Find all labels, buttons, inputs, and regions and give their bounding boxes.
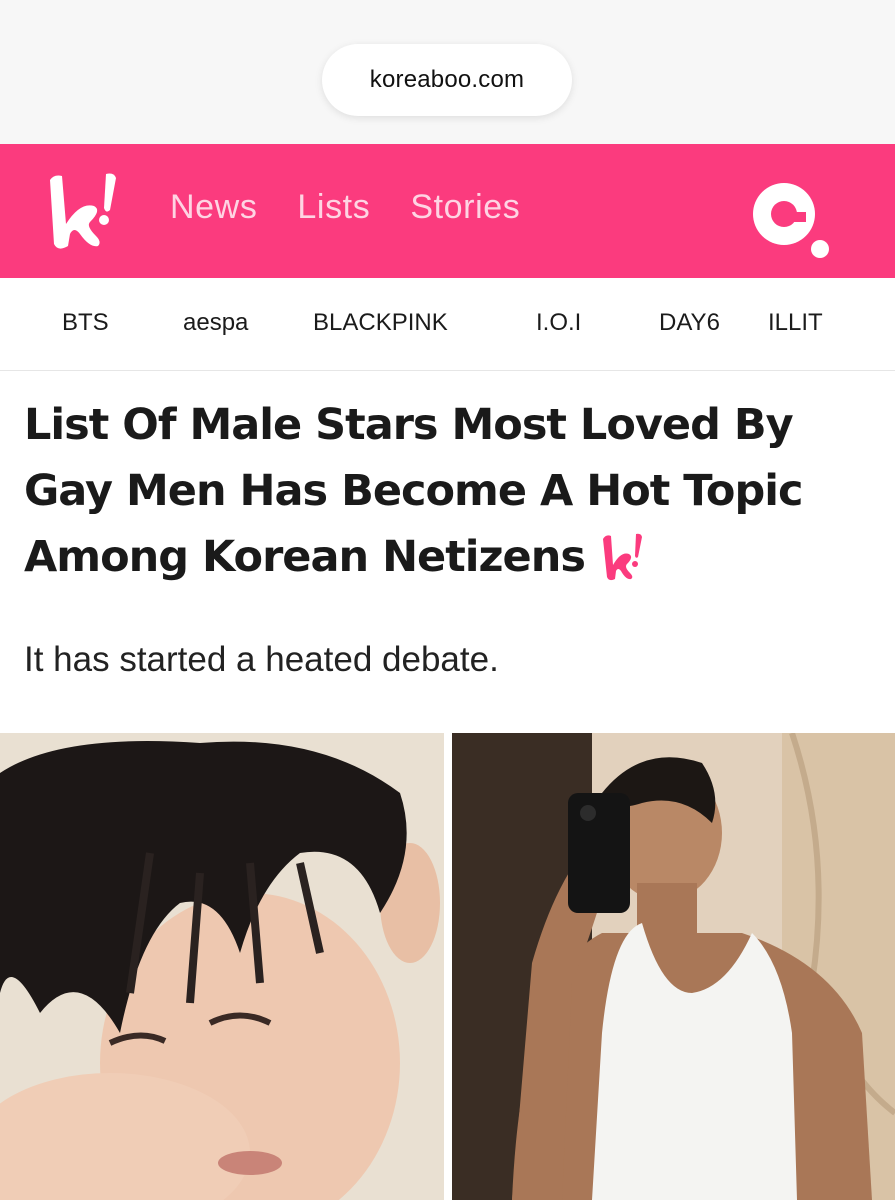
article-title: List Of Male Stars Most Loved By Gay Men… <box>24 392 884 590</box>
portrait-illustration <box>0 733 444 1200</box>
article-title-text: List Of Male Stars Most Loved By Gay Men… <box>24 400 803 582</box>
browser-url-area: koreaboo.com <box>0 0 895 144</box>
category-day6[interactable]: DAY6 <box>659 309 720 337</box>
article-image-right[interactable] <box>452 733 895 1200</box>
nav-news[interactable]: News <box>170 188 257 227</box>
search-icon[interactable] <box>742 174 836 264</box>
main-nav: News Lists Stories <box>170 188 520 227</box>
article-subtitle: It has started a heated debate. <box>24 640 499 679</box>
category-ioi[interactable]: I.O.I <box>536 309 581 337</box>
site-header: News Lists Stories <box>0 144 895 278</box>
article-image-left[interactable] <box>0 733 444 1200</box>
category-aespa[interactable]: aespa <box>183 309 248 337</box>
url-bar[interactable]: koreaboo.com <box>322 44 572 116</box>
category-bts[interactable]: BTS <box>62 309 109 337</box>
category-illit[interactable]: ILLIT <box>768 309 823 337</box>
url-text: koreaboo.com <box>369 66 525 93</box>
koreaboo-logo-icon[interactable] <box>40 166 130 256</box>
category-blackpink[interactable]: BLACKPINK <box>313 309 448 337</box>
koreaboo-mark-icon <box>602 533 642 580</box>
nav-stories[interactable]: Stories <box>410 188 520 227</box>
mirror-selfie-illustration <box>452 733 895 1200</box>
nav-lists[interactable]: Lists <box>297 188 370 227</box>
category-bar: BTS aespa BLACKPINK I.O.I DAY6 ILLIT <box>0 278 895 371</box>
